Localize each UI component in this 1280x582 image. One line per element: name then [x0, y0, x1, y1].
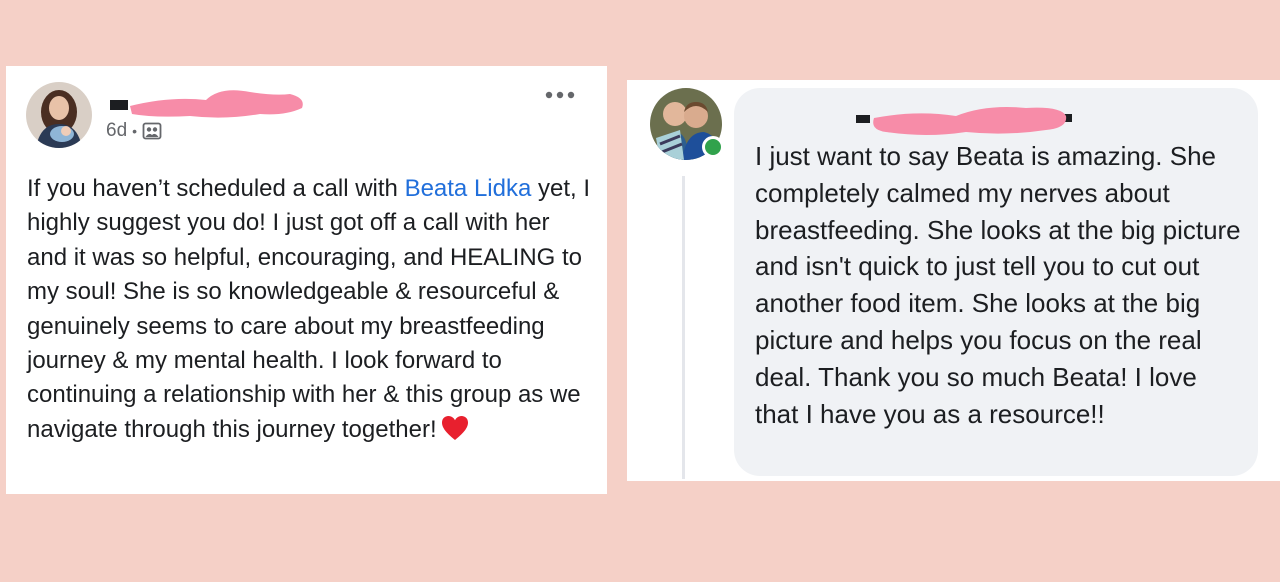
post-body: If you haven’t scheduled a call with Bea…: [27, 172, 595, 451]
mention-link[interactable]: Beata Lidka: [405, 175, 532, 202]
post-timestamp[interactable]: 6d: [106, 120, 127, 142]
post-card: 6d • If you haven’t scheduled a call wit…: [6, 66, 607, 494]
post-text-after-mention: yet, I highly suggest you do! I just got…: [27, 175, 591, 443]
heart-emoji: [441, 415, 469, 451]
online-status-indicator: [702, 136, 724, 158]
more-options-button[interactable]: [543, 84, 577, 106]
comment-card: I just want to say Beata is amazing. She…: [627, 80, 1280, 481]
comment-bubble: I just want to say Beata is amazing. She…: [734, 88, 1258, 476]
comment-text: I just want to say Beata is amazing. She…: [755, 141, 1241, 429]
meta-separator: •: [132, 123, 138, 139]
post-meta: 6d •: [106, 120, 162, 142]
post-text-before-mention: If you haven’t scheduled a call with: [27, 175, 405, 202]
redacted-author-name: [110, 90, 303, 118]
author-avatar[interactable]: [26, 82, 92, 148]
redacted-commenter-name: [856, 107, 1072, 135]
group-icon: [142, 121, 162, 141]
thread-line: [682, 176, 685, 479]
commenter-avatar[interactable]: [650, 88, 724, 160]
more-dots-icon: [545, 91, 575, 99]
